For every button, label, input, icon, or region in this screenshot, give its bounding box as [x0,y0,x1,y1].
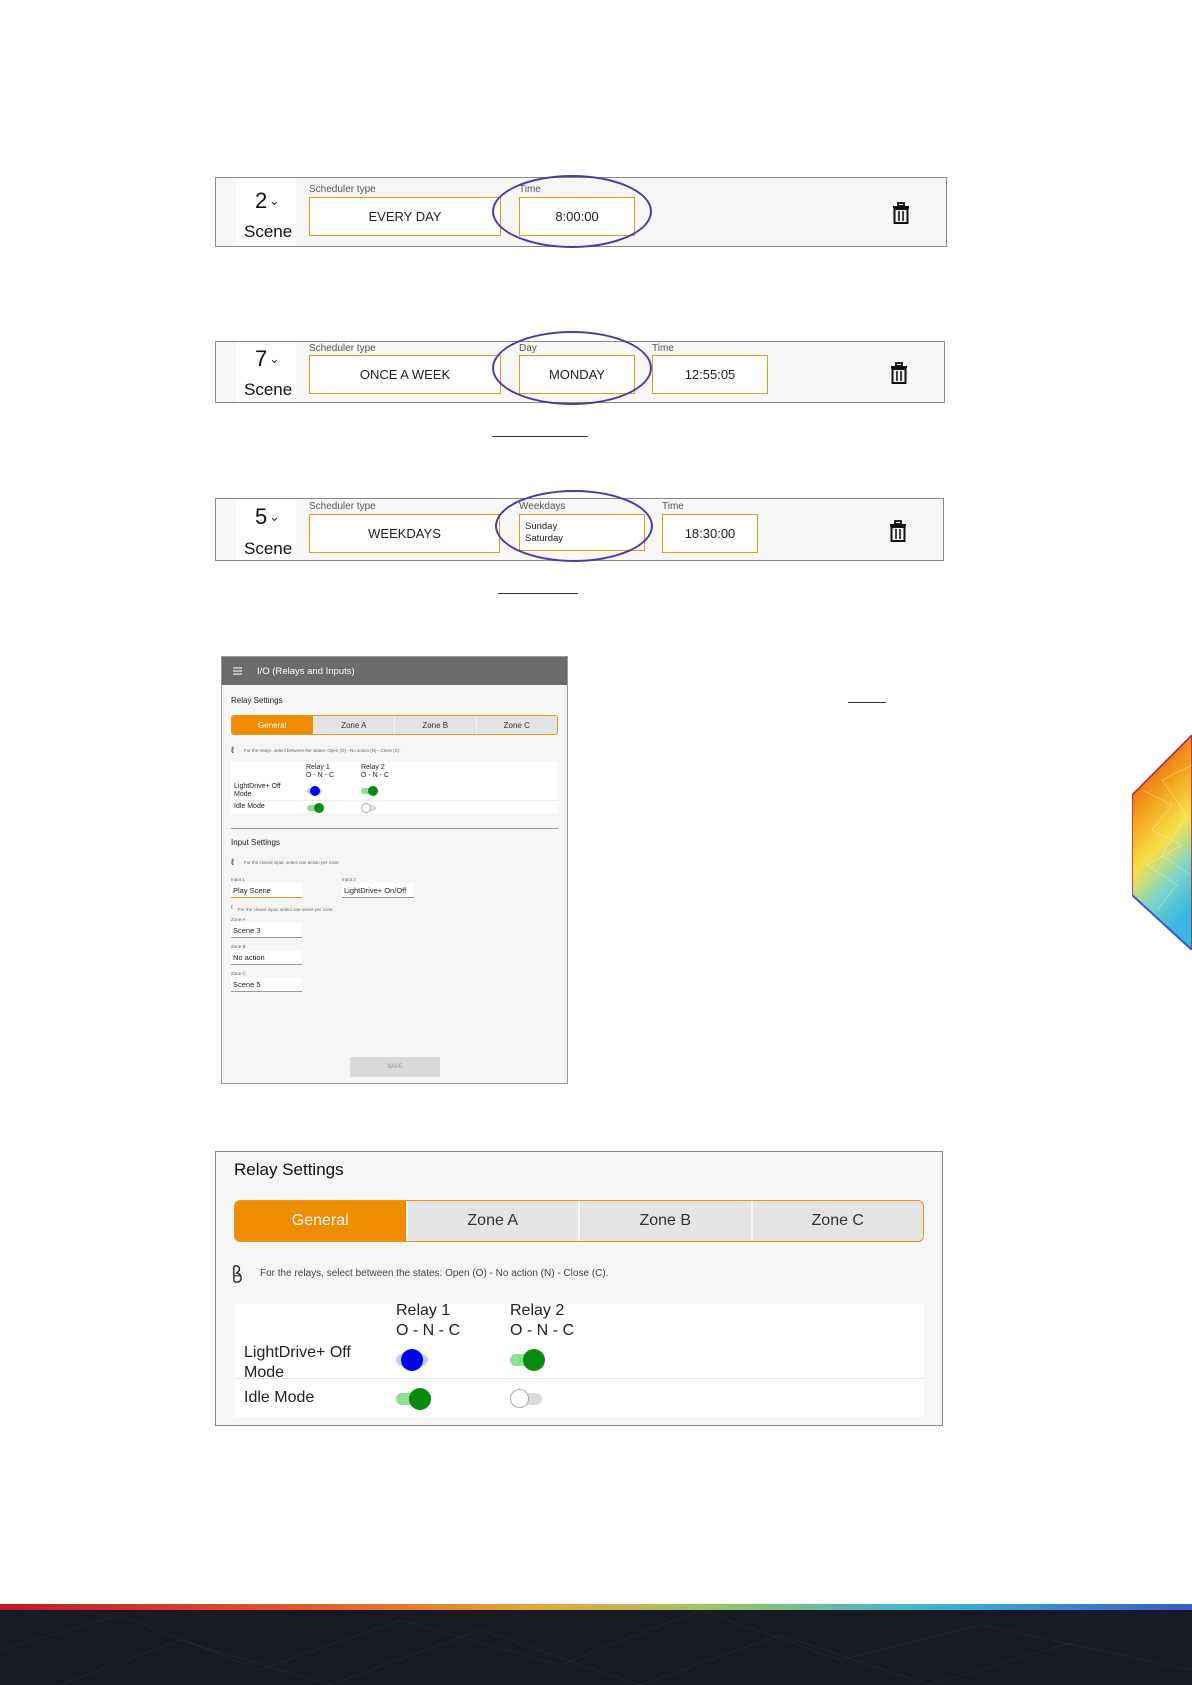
highlight-ellipse [492,331,652,405]
relay2-header: Relay 2 [510,1302,565,1319]
scheduler-type-select[interactable]: EVERY DAY [309,197,501,236]
relay2-header: Relay 2 [361,764,385,771]
scheduler-type-label: Scheduler type [309,343,376,354]
relay-settings-panel: Relay Settings General Zone A Zone B Zon… [215,1151,943,1426]
input2-select[interactable]: LightDrive+ On/Off [342,883,414,898]
time-field[interactable]: 12:55:05 [652,355,768,394]
scheduler-type-label: Scheduler type [309,184,376,195]
footer-polygon-pattern [0,1610,1192,1685]
tab-general[interactable]: General [232,716,313,734]
relay1-state-legend: O - N - C [306,772,334,779]
input1-label: Input 1 [231,877,245,882]
scheduler-number[interactable]: 2 [255,188,267,214]
zone-b-label: Zone B [231,944,246,949]
relay-settings-title: Relay Settings [234,1160,344,1179]
zone-tabs: General Zone A Zone B Zone C [234,1200,924,1242]
zone-tabs: General Zone A Zone B Zone C [231,715,558,735]
input1-select[interactable]: Play Scene [231,883,302,898]
trash-icon[interactable] [887,519,909,543]
scheduler-mode-label: Scene [244,222,293,241]
scheduler-type-label: Scheduler type [309,501,376,512]
info-icon: ℓ [231,905,233,911]
info-icon [233,1265,242,1283]
decorative-hexagon [1132,735,1192,950]
scheduler-mode-label: Scene [244,539,293,558]
idle-mode-label: Idle Mode [244,1389,315,1406]
chevron-down-icon[interactable]: ⌄ [269,509,280,525]
info-icon: ℓ [231,857,234,867]
zone-a-select[interactable]: Scene 3 [231,923,302,938]
tab-general[interactable]: General [235,1201,406,1241]
trash-icon[interactable] [888,361,910,385]
relay2-state-legend: O - N - C [510,1322,574,1339]
trash-icon[interactable] [890,201,912,225]
underline-mark [848,702,886,703]
row-divider [231,800,558,801]
relay2-state-legend: O - N - C [361,772,389,779]
idle-mode-label: Idle Mode [234,803,265,810]
header-title: I/O (Relays and Inputs) [257,666,355,677]
off-mode-label: LightDrive+ Off Mode [244,1344,351,1381]
tab-zone-b[interactable]: Zone B [394,716,476,734]
chevron-down-icon[interactable]: ⌄ [269,351,280,367]
chevron-down-icon[interactable]: ⌄ [269,193,280,209]
app-header: I/O (Relays and Inputs) [222,657,567,685]
tab-zone-a[interactable]: Zone A [312,716,395,734]
save-button[interactable]: SAVE [350,1057,440,1077]
underline-mark [492,436,588,437]
footer-band [0,1604,1192,1685]
time-field[interactable]: 18:30:00 [662,514,758,553]
highlight-ellipse [495,490,653,562]
off-mode-label: LightDrive+ Off Mode [234,783,281,798]
tab-zone-a[interactable]: Zone A [405,1201,579,1241]
relay1-header: Relay 1 [396,1302,451,1319]
scheduler-type-select[interactable]: ONCE A WEEK [309,355,501,394]
io-settings-screen: I/O (Relays and Inputs) Relay Settings G… [221,656,568,1084]
relay-settings-title: Relay Settings [231,696,283,705]
scene-info-text: For the closed input, select one scene p… [238,907,334,912]
time-label: Time [662,501,684,512]
menu-icon[interactable] [233,667,242,675]
zone-c-label: Zone C [231,971,246,976]
scheduler-number[interactable]: 7 [255,346,267,372]
input2-label: Input 2 [342,877,356,882]
zone-a-label: Zone A [231,917,246,922]
relay-info-text: For the relays, select between the state… [260,1268,609,1279]
highlight-ellipse [492,175,652,248]
input-info-text: For the closed input, select one action … [244,860,340,865]
info-icon: ℓ [231,745,234,755]
scheduler-number[interactable]: 5 [255,504,267,530]
relay1-state-legend: O - N - C [396,1322,460,1339]
relay1-header: Relay 1 [306,764,330,771]
scheduler-mode-label: Scene [244,380,293,399]
zone-c-select[interactable]: Scene 5 [231,977,302,992]
tab-zone-b[interactable]: Zone B [578,1201,751,1241]
scheduler-type-select[interactable]: WEEKDAYS [309,514,500,553]
section-divider [231,828,558,829]
zone-b-select[interactable]: No action [231,950,302,965]
relay-info-text: For the relays, select between the state… [244,748,401,753]
underline-mark [498,593,578,594]
tab-zone-c[interactable]: Zone C [750,1201,924,1241]
input-settings-title: Input Settings [231,838,280,847]
time-label: Time [652,343,674,354]
tab-zone-c[interactable]: Zone C [475,716,558,734]
